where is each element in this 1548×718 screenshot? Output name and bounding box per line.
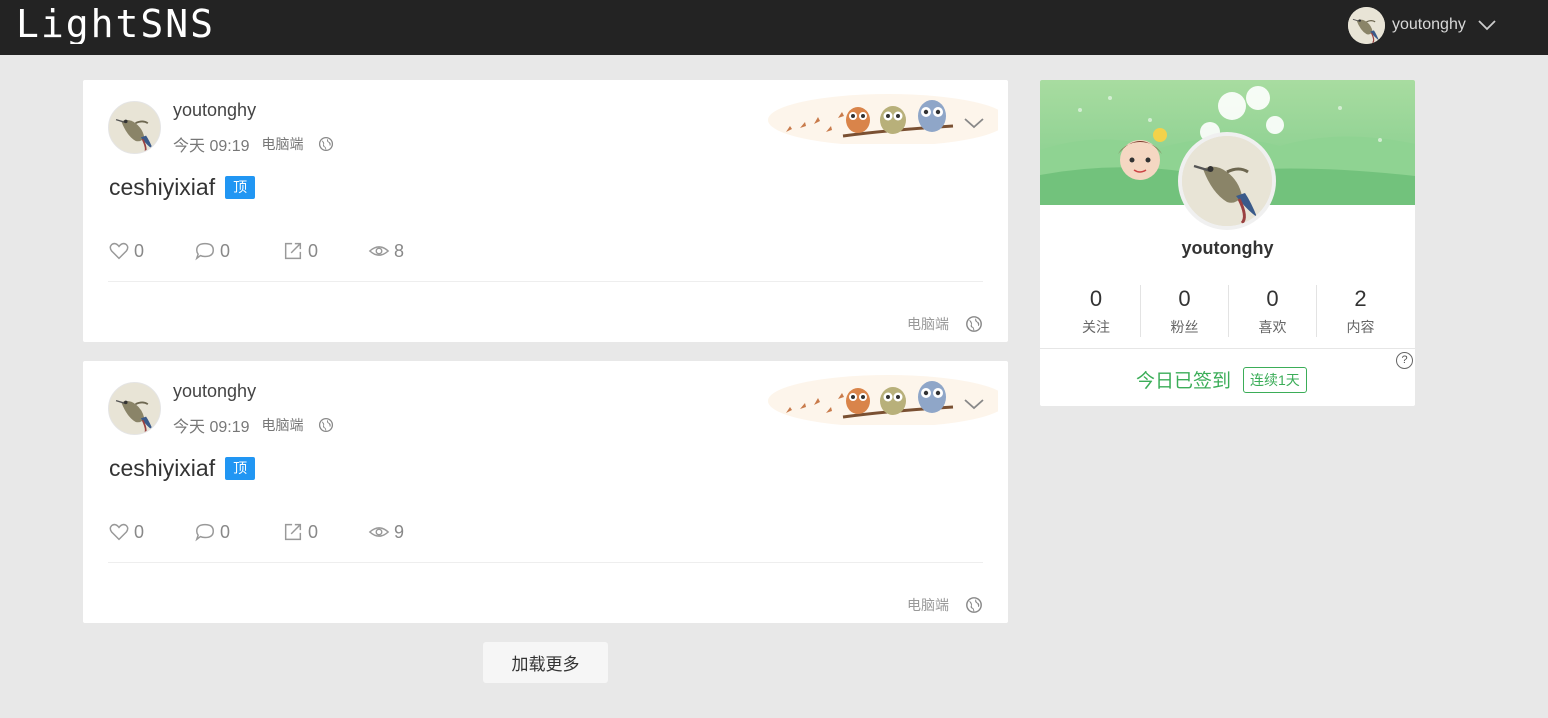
comment-button[interactable]: 0 bbox=[194, 240, 282, 262]
views-count: 9 bbox=[368, 521, 404, 543]
author-avatar[interactable] bbox=[108, 101, 161, 154]
eye-icon bbox=[368, 246, 390, 256]
globe-icon bbox=[318, 417, 334, 433]
post-meta: 今天 09:19 电脑端 bbox=[173, 413, 334, 437]
comment-button[interactable]: 0 bbox=[194, 521, 282, 543]
stat-label: 关注 bbox=[1082, 319, 1110, 335]
lightsns-logo[interactable]: LightSNS bbox=[16, 4, 266, 44]
owls-decoration bbox=[738, 88, 998, 144]
stat-label: 粉丝 bbox=[1170, 319, 1199, 335]
post-device: 电脑端 bbox=[261, 136, 304, 152]
load-more-button[interactable]: 加载更多 bbox=[483, 642, 608, 683]
post-author[interactable]: youtonghy bbox=[173, 100, 256, 121]
post-text[interactable]: ceshiyixiaf bbox=[109, 455, 215, 482]
post-text[interactable]: ceshiyixiaf bbox=[109, 174, 215, 201]
stat-likes[interactable]: 0 喜欢 bbox=[1228, 285, 1316, 337]
stat-label: 内容 bbox=[1346, 319, 1375, 335]
heart-icon bbox=[109, 242, 129, 260]
chevron-down-icon[interactable] bbox=[1478, 19, 1496, 31]
post-footer: 电脑端 bbox=[907, 314, 983, 334]
stat-label: 喜欢 bbox=[1258, 319, 1287, 335]
view-count: 9 bbox=[394, 521, 405, 542]
globe-icon bbox=[965, 315, 983, 333]
stat-value: 0 bbox=[1178, 286, 1191, 311]
share-button[interactable]: 0 bbox=[282, 240, 368, 262]
profile-avatar[interactable] bbox=[1178, 132, 1276, 230]
stat-followers[interactable]: 0 粉丝 bbox=[1140, 285, 1228, 337]
user-menu[interactable]: youtonghy bbox=[1348, 6, 1496, 44]
footer-device: 电脑端 bbox=[907, 316, 949, 332]
user-avatar[interactable] bbox=[1348, 6, 1385, 44]
profile-card: youtonghy 0 关注 0 粉丝 0 喜欢 2 内容 ? 今日已签到 连续… bbox=[1040, 80, 1415, 406]
like-button[interactable]: 0 bbox=[108, 240, 194, 262]
post-actions: 0 0 0 8 bbox=[108, 240, 404, 262]
footer-device: 电脑端 bbox=[907, 597, 949, 613]
profile-stats: 0 关注 0 粉丝 0 喜欢 2 内容 bbox=[1040, 285, 1415, 337]
top-navbar: LightSNS youtonghy bbox=[0, 0, 1548, 55]
stat-value: 0 bbox=[1266, 286, 1279, 311]
share-button[interactable]: 0 bbox=[282, 521, 368, 543]
stat-value: 0 bbox=[1089, 286, 1103, 311]
post-time: 今天 09:19 bbox=[173, 138, 250, 155]
chevron-down-icon[interactable] bbox=[963, 397, 985, 411]
post-content[interactable]: ceshiyixiaf 顶 bbox=[109, 455, 256, 482]
post-actions: 0 0 0 9 bbox=[108, 521, 404, 543]
stat-posts[interactable]: 2 内容 bbox=[1316, 285, 1404, 337]
divider bbox=[1040, 348, 1415, 349]
user-name[interactable]: youtonghy bbox=[1392, 16, 1466, 34]
share-icon bbox=[284, 523, 302, 541]
post-meta: 今天 09:19 电脑端 bbox=[173, 132, 334, 156]
comment-icon bbox=[195, 242, 214, 261]
divider bbox=[108, 562, 983, 563]
share-count: 0 bbox=[308, 240, 319, 261]
author-avatar[interactable] bbox=[108, 382, 161, 435]
stat-value: 2 bbox=[1354, 286, 1367, 311]
globe-icon bbox=[318, 136, 334, 152]
post-card: youtonghy 今天 09:19 电脑端 ceshiyixiaf 顶 0 0… bbox=[83, 80, 1008, 342]
globe-icon bbox=[965, 596, 983, 614]
divider bbox=[108, 281, 983, 282]
post-author[interactable]: youtonghy bbox=[173, 381, 256, 402]
heart-icon bbox=[109, 523, 129, 541]
chevron-down-icon[interactable] bbox=[963, 116, 985, 130]
post-footer: 电脑端 bbox=[907, 595, 983, 615]
comment-count: 0 bbox=[220, 521, 231, 542]
share-count: 0 bbox=[308, 521, 319, 542]
post-card: youtonghy 今天 09:19 电脑端 ceshiyixiaf 顶 0 0… bbox=[83, 361, 1008, 623]
streak-badge: 连续1天 bbox=[1243, 366, 1307, 393]
like-count: 0 bbox=[134, 521, 145, 542]
like-button[interactable]: 0 bbox=[108, 521, 194, 543]
pinned-badge: 顶 bbox=[225, 176, 256, 199]
like-count: 0 bbox=[134, 240, 145, 261]
post-content[interactable]: ceshiyixiaf 顶 bbox=[109, 174, 256, 201]
checkin-text: 今日已签到 bbox=[1136, 371, 1232, 392]
profile-name[interactable]: youtonghy bbox=[1040, 238, 1415, 259]
stat-following[interactable]: 0 关注 bbox=[1052, 285, 1140, 337]
views-count: 8 bbox=[368, 240, 404, 262]
post-time: 今天 09:19 bbox=[173, 419, 250, 436]
share-icon bbox=[284, 242, 302, 260]
comment-icon bbox=[195, 523, 214, 542]
eye-icon bbox=[368, 527, 390, 537]
owls-decoration bbox=[738, 369, 998, 425]
pinned-badge: 顶 bbox=[225, 457, 256, 480]
svg-text:LightSNS: LightSNS bbox=[16, 4, 215, 44]
view-count: 8 bbox=[394, 240, 405, 261]
checkin-status[interactable]: 今日已签到 连续1天 bbox=[1136, 366, 1307, 393]
help-icon[interactable]: ? bbox=[1396, 352, 1413, 369]
post-device: 电脑端 bbox=[261, 417, 304, 433]
comment-count: 0 bbox=[220, 240, 231, 261]
